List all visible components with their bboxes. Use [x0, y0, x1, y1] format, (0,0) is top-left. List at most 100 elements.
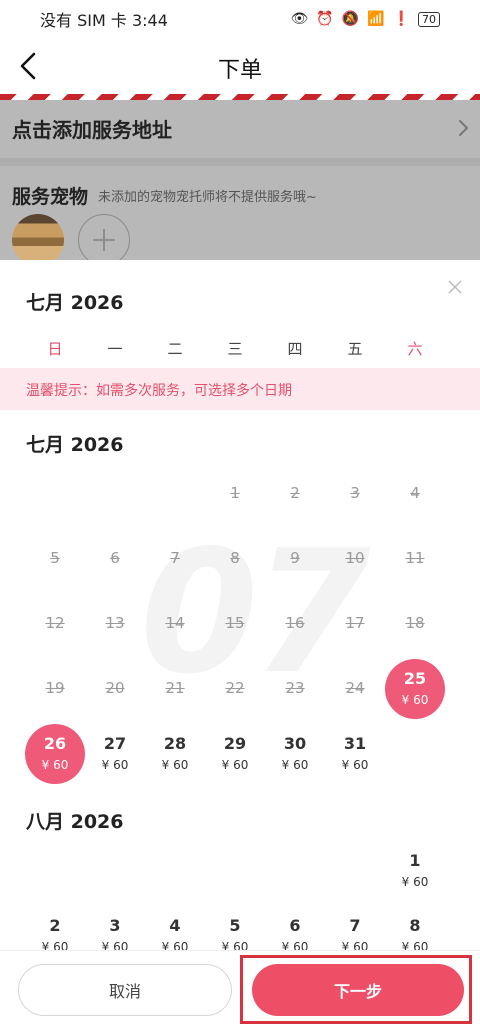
- eye-icon: 👁: [290, 11, 309, 27]
- calendar-day[interactable]: 3 ¥ 60: [85, 906, 145, 950]
- month-title: 七月 2026: [26, 434, 124, 456]
- day-price: ¥ 60: [161, 758, 189, 772]
- day-price: ¥ 60: [161, 940, 189, 950]
- day-number: 17: [345, 614, 365, 632]
- day-number: 23: [285, 679, 305, 697]
- calendar-day: 8: [205, 529, 265, 589]
- chevron-right-icon: [459, 120, 469, 136]
- battery-icon: 70: [418, 11, 440, 27]
- weekday-header: 日一二三四五六: [0, 338, 480, 360]
- day-number: 21: [165, 679, 185, 697]
- day-number: 15: [225, 614, 245, 632]
- calendar-day[interactable]: 26 ¥ 60: [25, 724, 85, 784]
- day-price: ¥ 60: [101, 758, 129, 772]
- month-title: 八月 2026: [26, 811, 124, 833]
- day-number: 30: [283, 734, 307, 753]
- calendar-day: 20: [85, 659, 145, 719]
- calendar-day[interactable]: 6 ¥ 60: [265, 906, 325, 950]
- weekday-label: 三: [227, 340, 243, 358]
- service-pets-hint: 未添加的宠物宠托师将不提供服务哦~: [98, 190, 317, 205]
- calendar-day: 9: [265, 529, 325, 589]
- calendar-day[interactable]: 28 ¥ 60: [145, 724, 205, 784]
- calendar-day: 4: [385, 464, 445, 524]
- day-price: ¥ 60: [281, 940, 309, 950]
- day-number: 5: [50, 549, 60, 567]
- day-number: 18: [405, 614, 425, 632]
- footer-bar: 取消 下一步: [0, 950, 480, 1028]
- wifi-icon: 📶: [367, 11, 385, 27]
- day-price: ¥ 60: [341, 758, 369, 772]
- status-icons: 👁 ⏰ 🔕 📶 ❗ 70: [290, 11, 440, 27]
- calendar-day[interactable]: 29 ¥ 60: [205, 724, 265, 784]
- calendar-day: 15: [205, 594, 265, 654]
- service-pets-title: 服务宠物: [12, 186, 89, 208]
- calendar-day: 18: [385, 594, 445, 654]
- status-bar: 没有 SIM 卡 3:44 👁 ⏰ 🔕 📶 ❗ 70: [0, 0, 480, 38]
- add-address-row[interactable]: 点击添加服务地址: [0, 100, 480, 158]
- calendar-day: 6: [85, 529, 145, 589]
- day-number: 29: [223, 734, 247, 753]
- calendar-day: 22: [205, 659, 265, 719]
- day-price: ¥ 60: [281, 758, 309, 772]
- day-number: 7: [349, 916, 361, 935]
- day-number: 11: [405, 549, 425, 567]
- day-number: 12: [45, 614, 65, 632]
- weekday-label: 六: [407, 340, 423, 358]
- day-number: 28: [163, 734, 187, 753]
- day-number: 2: [49, 916, 61, 935]
- close-icon[interactable]: [446, 278, 464, 296]
- day-number: 8: [230, 549, 240, 567]
- day-number: 3: [350, 484, 360, 502]
- calendar-day[interactable]: 4 ¥ 60: [145, 906, 205, 950]
- day-price: ¥ 60: [221, 940, 249, 950]
- day-number: 26: [43, 734, 67, 753]
- day-price: ¥ 60: [401, 693, 429, 707]
- tip-banner: 温馨提示：如需多次服务，可选择多个日期: [0, 368, 480, 410]
- calendar-day[interactable]: 30 ¥ 60: [265, 724, 325, 784]
- calendar-day[interactable]: 8 ¥ 60: [385, 906, 445, 950]
- day-number: 19: [45, 679, 65, 697]
- day-number: 5: [229, 916, 241, 935]
- day-number: 14: [165, 614, 185, 632]
- weekday-label: 一: [107, 340, 123, 358]
- day-number: 8: [409, 916, 421, 935]
- alarm-icon: ⏰: [316, 11, 334, 27]
- calendar-day: 23: [265, 659, 325, 719]
- weekday-label: 日: [47, 340, 63, 358]
- calendar-day[interactable]: 5 ¥ 60: [205, 906, 265, 950]
- plus-icon: [93, 229, 115, 251]
- day-number: 7: [170, 549, 180, 567]
- calendar-day: 10: [325, 529, 385, 589]
- day-number: 24: [345, 679, 365, 697]
- mute-icon: 🔕: [341, 11, 360, 27]
- dimmed-order-form: 点击添加服务地址 服务宠物 未添加的宠物宠托师将不提供服务哦~: [0, 100, 480, 266]
- weekday-label: 五: [347, 340, 363, 358]
- day-price: ¥ 60: [401, 875, 429, 889]
- cancel-button[interactable]: 取消: [18, 964, 232, 1016]
- calendar-day: 24: [325, 659, 385, 719]
- day-price: ¥ 60: [41, 758, 69, 772]
- calendar-day: 7: [145, 529, 205, 589]
- day-number: 27: [103, 734, 127, 753]
- calendar-day: 21: [145, 659, 205, 719]
- day-price: ¥ 60: [341, 940, 369, 950]
- next-step-button[interactable]: 下一步: [252, 964, 464, 1016]
- calendar-day[interactable]: 31 ¥ 60: [325, 724, 385, 784]
- day-number: 4: [169, 916, 181, 935]
- add-pet-button[interactable]: [78, 214, 130, 266]
- nav-bar: 下单: [0, 38, 480, 94]
- day-number: 22: [225, 679, 245, 697]
- calendar-day: 2: [265, 464, 325, 524]
- calendar-day[interactable]: 27 ¥ 60: [85, 724, 145, 784]
- pet-avatar[interactable]: [12, 214, 64, 266]
- calendar-day[interactable]: 7 ¥ 60: [325, 906, 385, 950]
- status-carrier-time: 没有 SIM 卡 3:44: [40, 11, 168, 30]
- section-divider: [0, 158, 480, 166]
- weekday-label: 二: [167, 340, 183, 358]
- sheet-header-month: 七月 2026: [26, 292, 124, 314]
- add-address-label: 点击添加服务地址: [12, 118, 172, 142]
- calendar-day[interactable]: 1 ¥ 60: [385, 841, 445, 901]
- calendar-day[interactable]: 25 ¥ 60: [385, 659, 445, 719]
- calendar-day[interactable]: 2 ¥ 60: [25, 906, 85, 950]
- calendar-day: 5: [25, 529, 85, 589]
